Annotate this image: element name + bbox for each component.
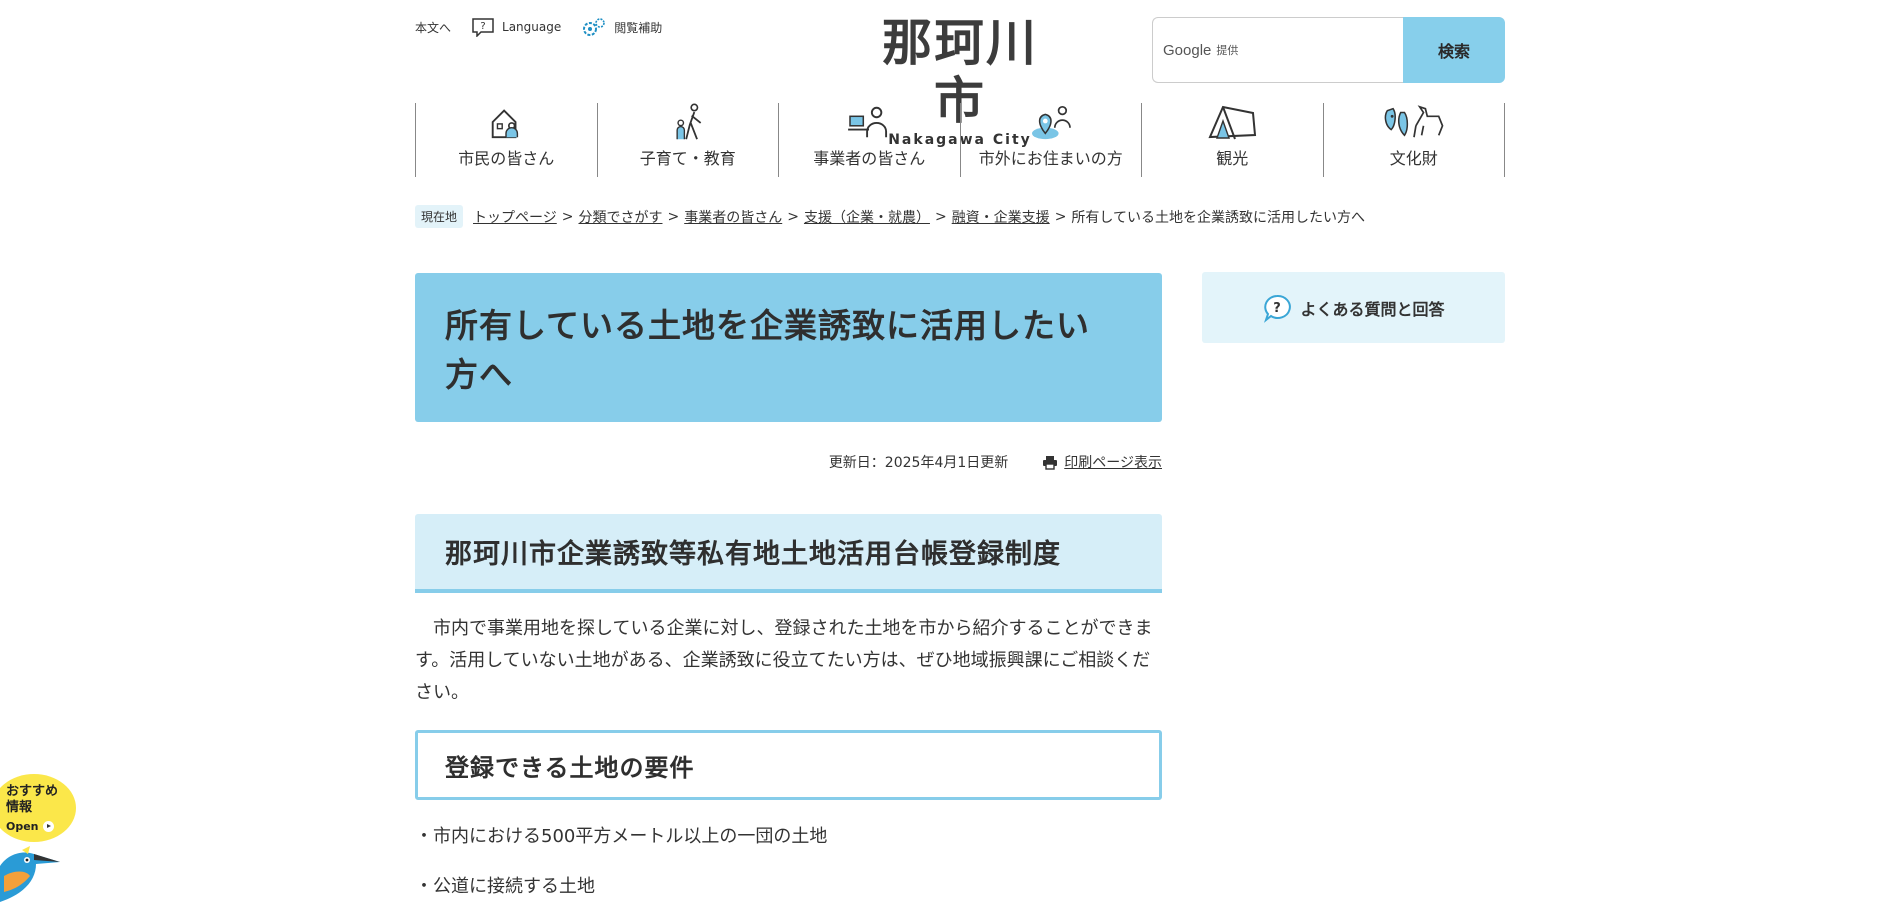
search-button[interactable]: 検索 [1403,17,1505,83]
google-label: Google [1163,41,1212,59]
page-title: 所有している土地を企業誘致に活用したい 方へ [445,301,1132,399]
list-item: ・公道に接続する土地 [415,876,595,897]
widget-open-button[interactable]: Open [6,820,54,833]
section-heading-h2: 那珂川市企業誘致等私有地土地活用台帳登録制度 [415,514,1162,593]
breadcrumb-separator: > [934,208,947,225]
search-input[interactable]: Google 提供 [1152,17,1403,83]
breadcrumb-link[interactable]: 分類でさがす [578,207,662,227]
question-bubble-icon: ? [472,18,494,37]
printer-icon [1043,455,1058,470]
breadcrumb-separator: > [667,208,680,225]
breadcrumb-separator: > [561,208,574,225]
gear-icon [583,18,606,36]
nav-label: 文化財 [1389,149,1438,168]
nav-item-outside-residents[interactable]: 市外にお住まいの方 [959,103,1142,177]
nav-label: 市民の皆さん [458,149,555,168]
tent-icon [1208,105,1257,140]
haniwa-icon [1384,105,1444,138]
breadcrumb-current: 所有している土地を企業誘致に活用したい方へ [1071,209,1366,226]
nav-label: 観光 [1216,149,1249,168]
kingfisher-icon [0,846,60,902]
accessibility-label: 閲覧補助 [614,20,663,35]
parent-child-icon [676,103,701,140]
nav-item-childcare[interactable]: 子育て・教育 [596,103,779,177]
widget-text: おすすめ 情報 [6,784,58,816]
utility-links: 本文へ ? Language 閲覧補助 [415,16,682,38]
svg-text:?: ? [480,21,485,32]
nav-label: 市外にお住まいの方 [978,149,1123,168]
play-icon [42,821,54,832]
page-title-line2: 方へ [445,355,513,394]
breadcrumb-here-badge: 現在地 [415,205,464,228]
widget-open-label: Open [6,820,39,833]
nav-label: 子育て・教育 [639,149,736,168]
nav-item-cultural-assets[interactable]: 文化財 [1322,103,1505,177]
nav-item-citizens[interactable]: 市民の皆さん [415,103,597,177]
language-label: Language [502,20,562,34]
breadcrumb-link[interactable]: 支援（企業・就農） [804,207,930,227]
page-title-line1: 所有している土地を企業誘致に活用したい [445,306,1091,345]
print-label: 印刷ページ表示 [1064,455,1162,471]
page-title-box: 所有している土地を企業誘致に活用したい 方へ [415,273,1162,422]
updated-date: 更新日：2025年4月1日更新 [828,455,1009,471]
location-person-icon [1031,105,1071,140]
page-wrapper: 本文へ ? Language 閲覧補助 那珂川市 Nakagawa City G… [415,0,1505,902]
business-person-icon [848,106,888,138]
accessibility-link[interactable]: 閲覧補助 [581,16,662,38]
subsection-heading-text: 登録できる土地の要件 [445,753,695,782]
provided-label: 提供 [1216,44,1239,57]
widget-line1: おすすめ [6,784,59,799]
question-bubble-icon: ? [1264,294,1292,323]
list-item: ・市内における500平方メートル以上の一団の土地 [415,826,828,847]
nav-item-business[interactable]: 事業者の皆さん [778,103,960,177]
page-meta: 更新日：2025年4月1日更新 印刷ページ表示 [415,452,1162,472]
faq-button[interactable]: ? よくある質問と回答 [1202,272,1505,343]
breadcrumb-link[interactable]: トップページ [473,207,557,227]
breadcrumb-separator: > [1054,208,1067,225]
global-nav: 市民の皆さん 子育て・教育 事業者の皆さん 市外にお住まいの方 観光 文化財 [415,103,1505,177]
breadcrumb-separator: > [787,208,799,225]
intro-paragraph: 市内で事業用地を探している企業に対し、登録された土地を市から紹介することができま… [415,618,1153,703]
breadcrumb-link[interactable]: 事業者の皆さん [684,207,782,227]
widget-line2: 情報 [6,800,33,815]
nav-item-tourism[interactable]: 観光 [1141,103,1323,177]
nav-label: 事業者の皆さん [813,149,926,168]
house-person-icon [492,109,519,139]
print-link[interactable]: 印刷ページ表示 [1042,452,1162,472]
site-search: Google 提供 検索 [1152,17,1505,83]
section-heading-text: 那珂川市企業誘致等私有地土地活用台帳登録制度 [445,539,1061,570]
skip-label: 本文へ [415,20,452,35]
breadcrumb-link[interactable]: 融資・企業支援 [952,207,1050,227]
svg-text:?: ? [1274,301,1282,316]
breadcrumb: 現在地 トップページ > 分類でさがす > 事業者の皆さん > 支援（企業・就農… [415,205,1365,228]
recommended-info-widget[interactable]: おすすめ 情報 Open [0,774,80,902]
language-link[interactable]: ? Language [471,17,561,37]
skip-to-content-link[interactable]: 本文へ [415,19,451,36]
section-heading-h3: 登録できる土地の要件 [415,730,1162,800]
faq-label: よくある質問と回答 [1300,299,1445,319]
